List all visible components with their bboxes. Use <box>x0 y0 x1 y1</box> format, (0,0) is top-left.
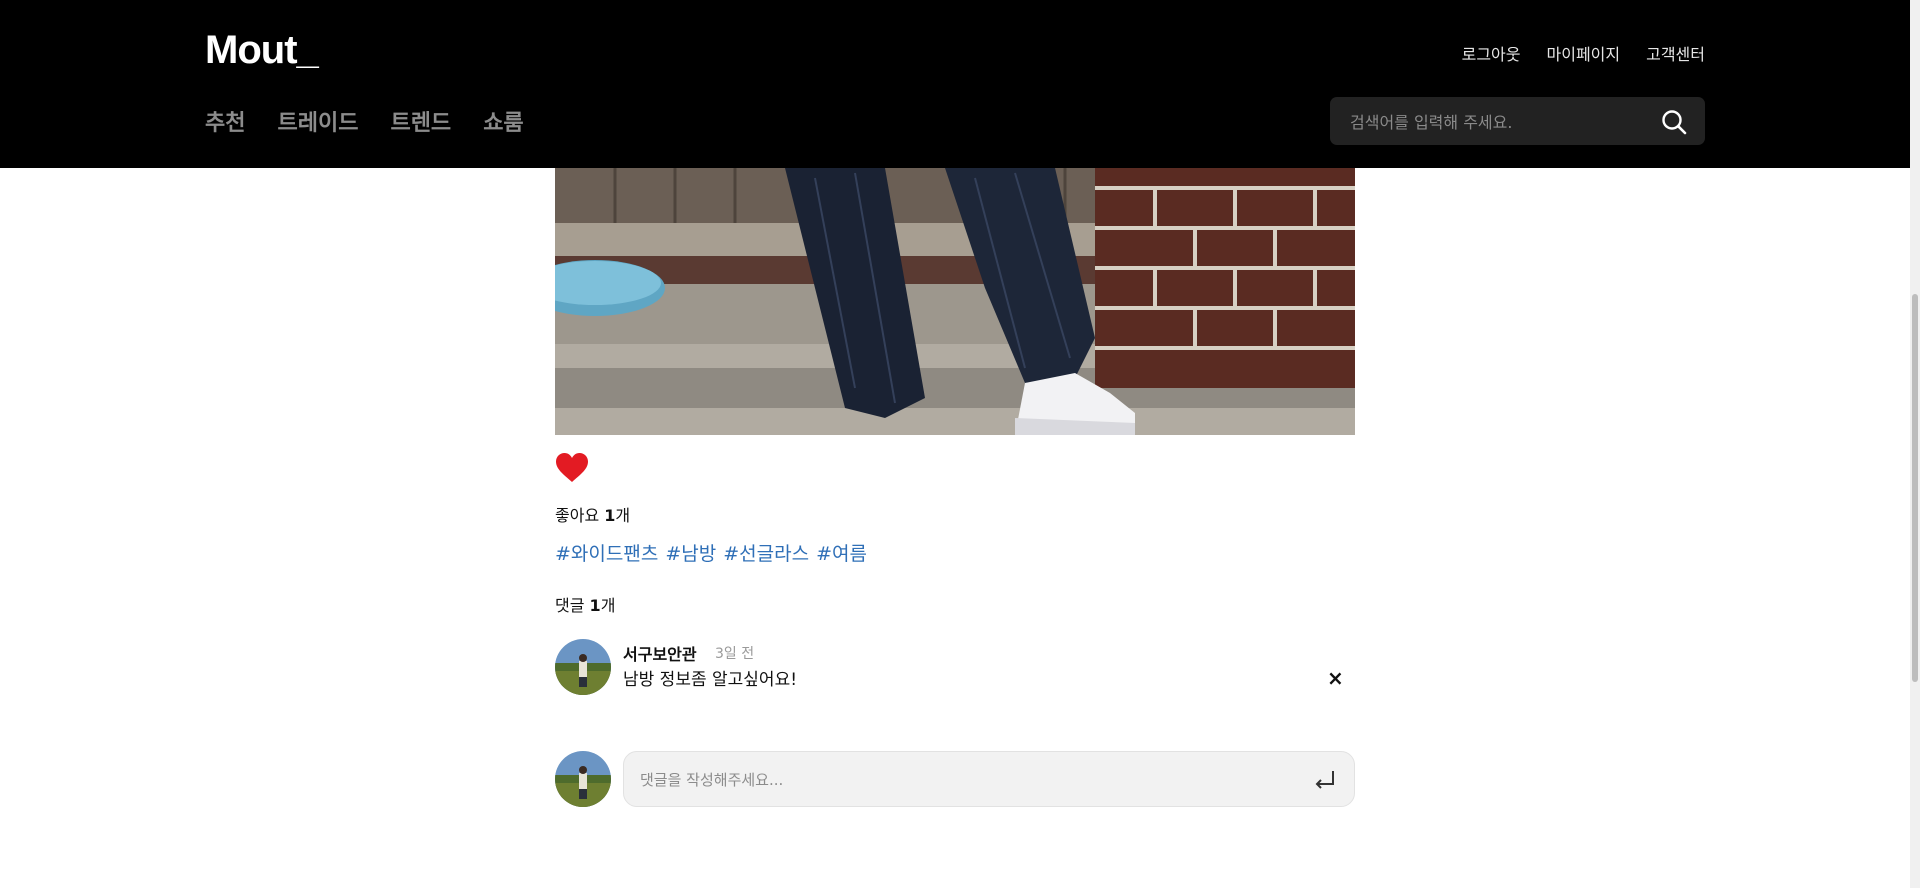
logout-link[interactable]: 로그아웃 <box>1462 41 1521 65</box>
enter-icon[interactable] <box>1314 769 1336 789</box>
comments-count: 댓글 1개 <box>555 592 615 616</box>
site-logo[interactable]: Mout_ <box>205 28 319 73</box>
my-avatar <box>555 751 611 807</box>
comment-author-avatar[interactable] <box>555 639 611 695</box>
hashtag-link[interactable]: #선글라스 <box>723 539 809 566</box>
comments-label: 댓글 <box>555 596 585 615</box>
comments-unit: 개 <box>600 596 616 615</box>
comment-time: 3일 전 <box>715 646 755 662</box>
likes-count: 좋아요 1개 <box>555 502 630 526</box>
post-photo <box>555 168 1355 435</box>
account-links: 로그아웃 마이페이지 고객센터 <box>1462 41 1705 65</box>
comment-author[interactable]: 서구보안관 <box>623 641 697 665</box>
hashtag-link[interactable]: #여름 <box>816 539 867 566</box>
main-nav: 추천 트레이드 트렌드 쇼룸 <box>205 105 524 137</box>
delete-comment-button[interactable]: × <box>1327 666 1344 690</box>
hashtag-list: #와이드팬츠 #남방 #선글라스 #여름 <box>555 539 867 566</box>
likes-label: 좋아요 <box>555 506 600 525</box>
comment-text: 남방 정보좀 알고싶어요! <box>623 670 798 690</box>
search-box <box>1330 97 1705 147</box>
customer-center-link[interactable]: 고객센터 <box>1646 41 1705 65</box>
comment-input[interactable] <box>638 752 1292 808</box>
nav-item-trade[interactable]: 트레이드 <box>277 105 358 137</box>
comments-number: 1 <box>589 596 601 615</box>
likes-unit: 개 <box>615 506 631 525</box>
hashtag-link[interactable]: #남방 <box>665 539 716 566</box>
nav-item-trend[interactable]: 트렌드 <box>390 105 451 137</box>
site-header: Mout_ 로그아웃 마이페이지 고객센터 추천 트레이드 트렌드 쇼룸 <box>0 0 1910 168</box>
nav-item-showroom[interactable]: 쇼룸 <box>483 105 523 137</box>
search-icon[interactable] <box>1661 109 1687 135</box>
mypage-link[interactable]: 마이페이지 <box>1547 41 1621 65</box>
scrollbar-thumb[interactable] <box>1912 294 1918 682</box>
nav-item-recommend[interactable]: 추천 <box>205 105 245 137</box>
page-scrollbar[interactable] <box>1910 0 1920 888</box>
search-input[interactable] <box>1348 97 1652 147</box>
likes-number: 1 <box>604 506 616 525</box>
comment-input-box <box>623 751 1355 808</box>
like-heart-icon[interactable] <box>555 452 589 484</box>
hashtag-link[interactable]: #와이드팬츠 <box>555 539 658 566</box>
